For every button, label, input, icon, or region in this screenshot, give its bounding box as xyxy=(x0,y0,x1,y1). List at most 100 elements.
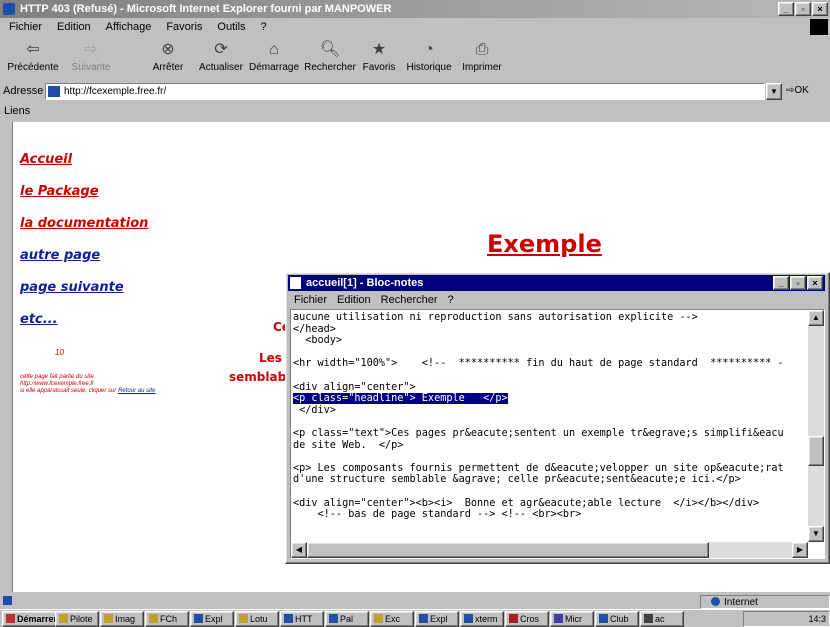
app-icon xyxy=(644,614,653,623)
taskbar-button-label: Expl xyxy=(205,614,223,624)
history-button[interactable]: ◔ Historique xyxy=(404,40,454,73)
scroll-up-button[interactable]: ▲ xyxy=(808,310,824,326)
taskbar-button-label: ac xyxy=(655,614,665,624)
notepad-line: <p> Les composants fournis permettent de… xyxy=(293,462,784,474)
notepad-title: accueil[1] - Bloc-notes xyxy=(306,277,424,289)
vertical-scrollbar[interactable]: ▲ ▼ xyxy=(808,310,824,542)
print-icon: ⎙ xyxy=(475,41,489,58)
forward-button[interactable]: ⇨ Suivante xyxy=(64,40,118,73)
notepad-text-area[interactable]: aucune utilisation ni reproduction sans … xyxy=(290,309,825,559)
print-button[interactable]: ⎙ Imprimer xyxy=(460,40,504,73)
taskbar-button-label: Lotu xyxy=(250,614,268,624)
notepad-text[interactable]: aucune utilisation ni reproduction sans … xyxy=(293,312,805,538)
search-icon: 🔍︎ xyxy=(319,41,341,58)
notepad-menu-help[interactable]: ? xyxy=(448,294,454,306)
taskbar-button[interactable]: HTT xyxy=(280,611,324,627)
app-icon xyxy=(239,614,248,623)
notepad-menu-rechercher[interactable]: Rechercher xyxy=(381,294,438,306)
ie-logo-icon xyxy=(3,3,15,15)
minimize-button[interactable]: _ xyxy=(778,2,794,16)
browser-menu-bar: Fichier Edition Affichage Favoris Outils? xyxy=(0,18,830,37)
refresh-button[interactable]: ⟳ Actualiser xyxy=(196,40,246,73)
back-button[interactable]: ⇦ Précédente xyxy=(6,40,60,73)
notepad-line: <body> xyxy=(293,335,343,347)
scroll-left-button[interactable]: ◀ xyxy=(291,542,307,558)
notepad-line: <p class="text">Ces pages pr&eacute;sent… xyxy=(293,427,784,439)
notepad-icon xyxy=(290,277,301,289)
notepad-menu-bar: Fichier Edition Rechercher? xyxy=(288,292,458,308)
scroll-down-button[interactable]: ▼ xyxy=(808,526,824,542)
taskbar-button[interactable]: FCh xyxy=(145,611,189,627)
taskbar-button[interactable]: Exc xyxy=(370,611,414,627)
taskbar-button[interactable]: Lotu xyxy=(235,611,279,627)
taskbar-button-label: Cros xyxy=(520,614,540,624)
taskbar-button[interactable]: xterm xyxy=(460,611,504,627)
links-bar: Liens xyxy=(0,102,830,120)
taskbar-button[interactable]: ac xyxy=(640,611,684,627)
notepad-minimize-button[interactable]: _ xyxy=(773,276,789,290)
menu-outils[interactable]: Outils xyxy=(217,21,245,33)
nav-link-documentation[interactable]: la documentation xyxy=(20,216,148,231)
menu-affichage[interactable]: Affichage xyxy=(106,21,152,33)
app-icon xyxy=(464,614,473,623)
notepad-close-button[interactable]: × xyxy=(807,276,823,290)
back-arrow-icon: ⇦ xyxy=(26,41,40,58)
taskbar: Démarrer Pilote Imag FCh Expl Lotu HTT Pal Exc E… xyxy=(0,609,830,627)
notepad-menu-edition[interactable]: Edition xyxy=(337,294,371,306)
vertical-scroll-thumb[interactable] xyxy=(808,436,824,466)
nav-link-package[interactable]: le Package xyxy=(20,184,99,199)
browser-status-bar: Internet xyxy=(0,595,830,609)
taskbar-button-label: Pilote xyxy=(70,614,93,624)
menu-help[interactable]: ? xyxy=(261,21,267,33)
nav-link-etc[interactable]: etc... xyxy=(20,312,58,327)
search-button[interactable]: 🔍︎ Rechercher xyxy=(302,40,358,73)
taskbar-button[interactable]: Imag xyxy=(100,611,144,627)
taskbar-button[interactable]: Expl xyxy=(190,611,234,627)
history-icon: ◔ xyxy=(424,41,434,58)
app-icon xyxy=(419,614,428,623)
notepad-maximize-button[interactable]: ▫ xyxy=(790,276,806,290)
address-input[interactable]: http://fcexemple.free.fr/ xyxy=(45,83,765,100)
taskbar-button-label: Pal xyxy=(340,614,354,624)
nav-link-page-suivante[interactable]: page suivante xyxy=(20,280,124,295)
forward-arrow-icon: ⇨ xyxy=(84,41,98,58)
start-button[interactable]: Démarrer xyxy=(2,611,57,627)
stop-button[interactable]: ⊗ Arrêter xyxy=(146,40,190,73)
menu-edition[interactable]: Edition xyxy=(57,21,91,33)
taskbar-button[interactable]: Cros xyxy=(505,611,549,627)
notepad-line xyxy=(293,347,805,359)
scroll-right-button[interactable]: ▶ xyxy=(792,542,808,558)
notepad-line: <hr width="100%"> <!-- ********** fin du… xyxy=(293,358,784,370)
taskbar-button[interactable]: Club xyxy=(595,611,639,627)
notepad-line: <p class="headline"> Exemple </p> xyxy=(293,393,508,405)
nav-link-autre-page[interactable]: autre page xyxy=(20,248,100,263)
address-dropdown-button[interactable]: ▼ xyxy=(766,83,782,100)
taskbar-button[interactable]: Micr xyxy=(550,611,594,627)
refresh-icon: ⟳ xyxy=(214,41,228,58)
app-icon xyxy=(554,614,563,623)
menu-favoris[interactable]: Favoris xyxy=(166,21,202,33)
taskbar-button[interactable]: Expl xyxy=(415,611,459,627)
home-button[interactable]: ⌂ Démarrage xyxy=(248,40,300,73)
notepad-line: <!-- bas de page standard --> <!-- <br><… xyxy=(293,509,582,521)
links-label[interactable]: Liens xyxy=(4,105,30,117)
app-icon xyxy=(374,614,383,623)
go-button[interactable]: ⇨OK xyxy=(786,81,809,101)
stop-icon: ⊗ xyxy=(161,41,175,58)
favorites-button[interactable]: ★ Favoris xyxy=(358,40,400,73)
horizontal-scroll-thumb[interactable] xyxy=(307,542,709,558)
app-icon xyxy=(194,614,203,623)
horizontal-scrollbar[interactable]: ◀ ▶ xyxy=(291,542,808,558)
taskbar-button[interactable]: Pal xyxy=(325,611,369,627)
nav-link-accueil[interactable]: Accueil xyxy=(20,152,72,167)
footer-note: cette page fait partie du site http://ww… xyxy=(20,374,220,395)
notepad-menu-fichier[interactable]: Fichier xyxy=(294,294,327,306)
taskbar-button[interactable]: Pilote xyxy=(55,611,99,627)
taskbar-button-label: HTT xyxy=(295,614,313,624)
back-to-site-link[interactable]: Retour au site xyxy=(118,388,155,394)
close-button[interactable]: × xyxy=(812,2,828,16)
app-icon xyxy=(149,614,158,623)
browser-title-bar: HTTP 403 (Refusé) - Microsoft Internet E… xyxy=(0,0,830,18)
maximize-button[interactable]: ▫ xyxy=(795,2,811,16)
menu-fichier[interactable]: Fichier xyxy=(9,21,42,33)
